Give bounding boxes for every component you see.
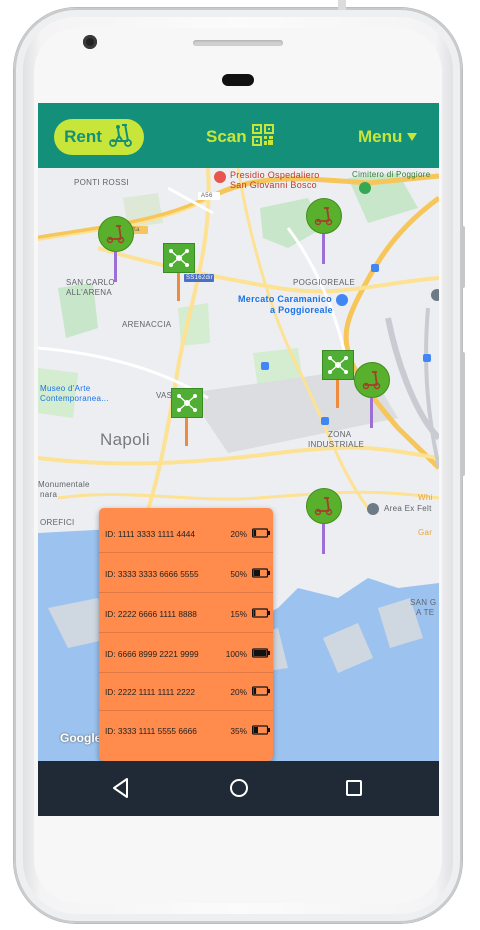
battery-icon — [251, 565, 270, 583]
app-header: Rent Scan Menu — [38, 103, 439, 168]
battery-percent: 20% — [230, 529, 247, 539]
battery-percent: 35% — [230, 726, 247, 736]
scooter-pin[interactable] — [306, 488, 342, 554]
scooter-row[interactable]: ID: 1111 3333 1111 4444 20% — [99, 516, 273, 553]
map-label: ZONA — [328, 430, 352, 439]
scooter-id: ID: 3333 1111 5555 6666 — [105, 726, 197, 736]
battery-percent: 20% — [230, 687, 247, 697]
scooter-pin[interactable] — [354, 362, 390, 428]
station-marker[interactable] — [322, 350, 354, 408]
scooter-pin-head — [98, 216, 134, 252]
scooter-id: ID: 3333 3333 6666 5555 — [105, 569, 199, 579]
station-marker[interactable] — [163, 243, 195, 301]
map-label: INDUSTRIALE — [308, 440, 365, 449]
phone-screen: Rent Scan Menu PONTI ROSSI Presidio Ospe… — [38, 103, 439, 816]
map-label: SAN G — [410, 598, 437, 607]
scooter-pin-head — [306, 198, 342, 234]
phone-top-edge — [338, 0, 346, 10]
map-label: Gar — [418, 528, 433, 537]
scooter-pin[interactable] — [306, 198, 342, 264]
recents-icon[interactable] — [341, 775, 367, 801]
map-label: Museo d'Arte — [40, 384, 91, 393]
map-label: POGGIOREALE — [293, 278, 355, 287]
scooter-row[interactable]: ID: 2222 6666 1111 8888 15% — [99, 596, 273, 633]
power-button — [461, 352, 465, 476]
earpiece-speaker — [193, 40, 283, 46]
rent-label: Rent — [64, 127, 102, 146]
battery-icon — [251, 525, 270, 543]
scan-button[interactable]: Scan — [206, 123, 274, 151]
map-label: A TE — [416, 608, 435, 617]
scooter-icon — [314, 497, 333, 516]
scooter-icon — [314, 207, 333, 226]
front-camera — [83, 35, 97, 49]
caret-down-icon — [407, 127, 418, 147]
scooter-id: ID: 6666 8999 2221 9999 — [105, 649, 199, 659]
station-stem — [177, 273, 180, 301]
home-icon[interactable] — [226, 775, 252, 801]
station-icon — [171, 388, 203, 418]
scooter-icon — [106, 225, 125, 244]
map-view[interactable]: PONTI ROSSI Presidio Ospedaliero San Gio… — [38, 168, 439, 761]
map-label: Napoli — [100, 430, 150, 449]
battery-icon — [251, 722, 270, 740]
map-label: Cimitero di Poggiore — [352, 170, 431, 179]
station-icon — [322, 350, 354, 380]
pin-stem — [370, 398, 373, 428]
map-label: nara — [40, 490, 58, 499]
menu-button[interactable]: Menu — [358, 123, 418, 151]
qr-code-icon — [251, 123, 274, 151]
map-label: Mercato Caramanico — [238, 294, 332, 304]
google-logo: Google — [60, 731, 102, 745]
rent-button[interactable]: Rent — [54, 119, 144, 155]
scooter-icon — [362, 371, 381, 390]
pin-stem — [114, 252, 117, 282]
menu-label: Menu — [358, 127, 403, 146]
pin-stem — [322, 234, 325, 264]
map-label: Monumentale — [38, 480, 90, 489]
battery-icon — [251, 605, 270, 623]
scooter-pin-head — [354, 362, 390, 398]
back-icon[interactable] — [108, 775, 134, 801]
scooter-pin[interactable] — [98, 216, 134, 282]
map-label: OREFICI — [40, 518, 75, 527]
map-label: Area Ex Felt — [384, 504, 432, 513]
map-label: PONTI ROSSI — [74, 178, 129, 187]
station-stem — [336, 380, 339, 408]
station-stem — [185, 418, 188, 446]
map-label: Presidio Ospedaliero — [230, 170, 320, 180]
station-marker[interactable] — [171, 388, 203, 446]
scooter-id: ID: 2222 6666 1111 8888 — [105, 609, 197, 619]
proximity-sensor — [222, 74, 254, 86]
battery-percent: 50% — [230, 569, 247, 579]
scooter-row[interactable]: ID: 6666 8999 2221 9999 100% — [99, 636, 273, 673]
map-label: San Giovanni Bosco — [230, 180, 317, 190]
scooter-pin-head — [306, 488, 342, 524]
map-label: ARENACCIA — [122, 320, 172, 329]
scooter-id: ID: 2222 1111 1111 2222 — [105, 687, 195, 697]
map-label: ALL'ARENA — [66, 288, 113, 297]
scooter-list-popup: ID: 1111 3333 1111 4444 20% ID: 3333 333… — [99, 508, 273, 761]
scooter-icon — [108, 122, 134, 153]
scooter-row[interactable]: ID: 3333 3333 6666 5555 50% — [99, 556, 273, 593]
pin-stem — [322, 524, 325, 554]
station-icon — [163, 243, 195, 273]
battery-percent: 100% — [225, 649, 247, 659]
map-label: Contemporanea... — [40, 394, 109, 403]
map-label: VAS — [156, 391, 173, 400]
battery-percent: 15% — [230, 609, 247, 619]
scooter-id: ID: 1111 3333 1111 4444 — [105, 529, 195, 539]
map-label: a Poggioreale — [270, 305, 333, 315]
android-nav-bar — [38, 761, 439, 816]
map-label: Whi — [418, 493, 433, 502]
scooter-row[interactable]: ID: 2222 1111 1111 2222 20% — [99, 674, 273, 711]
battery-icon — [251, 683, 270, 701]
battery-icon — [251, 645, 270, 663]
volume-button — [461, 226, 465, 288]
scooter-row[interactable]: ID: 3333 1111 5555 6666 35% — [99, 713, 273, 749]
scan-label: Scan — [206, 127, 247, 146]
road-shield: A56 — [201, 193, 213, 199]
